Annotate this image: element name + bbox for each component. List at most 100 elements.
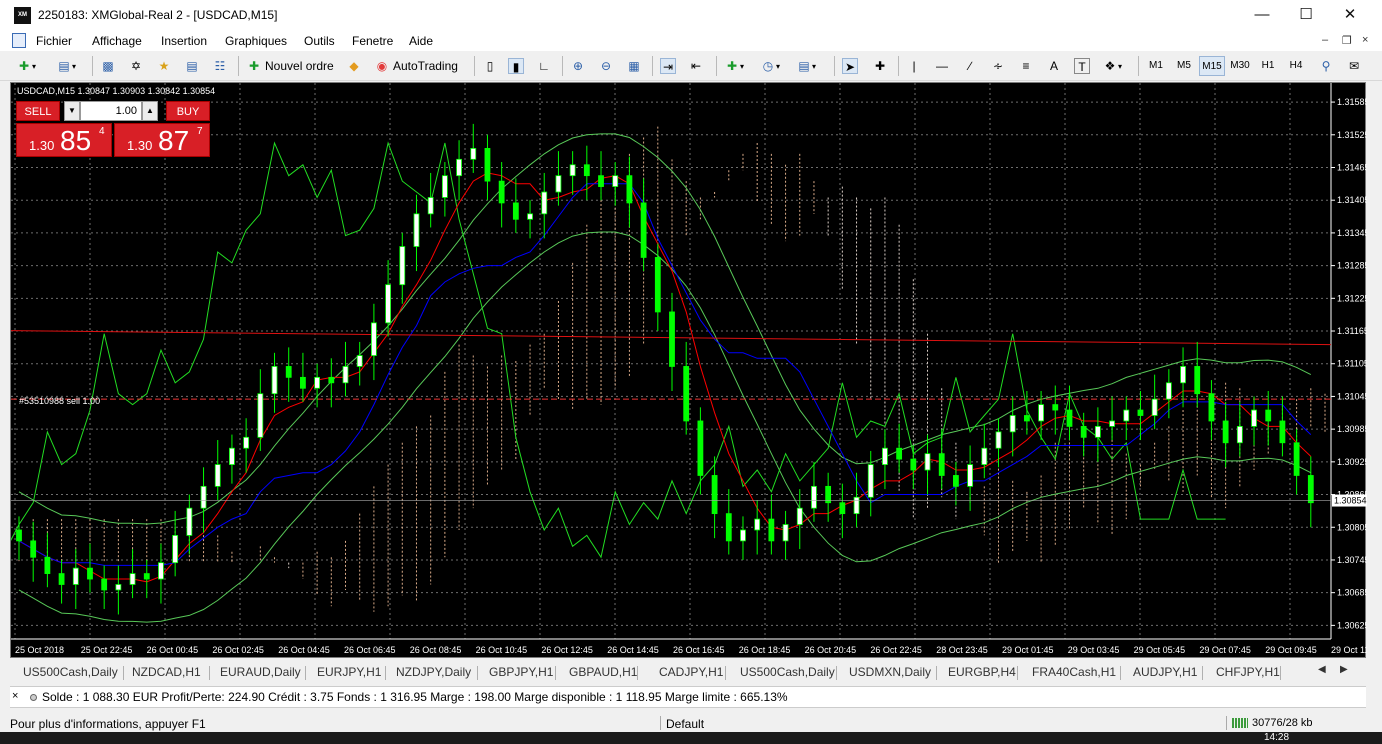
candle-body	[995, 431, 1002, 449]
menu-fichier[interactable]: Fichier	[36, 34, 72, 48]
candle-body	[967, 464, 974, 487]
templates-icon[interactable]: ▤ ▾	[796, 55, 816, 77]
lot-increase-icon[interactable]: ▲	[142, 101, 158, 121]
candle-body	[385, 284, 391, 324]
candle-body	[555, 175, 562, 193]
trendline-icon[interactable]: ∕	[962, 55, 978, 77]
menu-outils[interactable]: Outils	[304, 34, 335, 48]
maximize-icon[interactable]: ☐	[1286, 4, 1326, 26]
timeframe-h4[interactable]: H4	[1283, 56, 1309, 76]
vertical-line-icon[interactable]: |	[906, 55, 922, 77]
chart-tab[interactable]: GBPAUD,H1	[569, 665, 637, 679]
text-label-icon[interactable]: T	[1074, 55, 1090, 77]
crosshair-icon[interactable]: ✚	[872, 55, 888, 77]
chart-tab[interactable]: US500Cash,Daily	[740, 665, 835, 679]
candle-body	[981, 447, 988, 465]
candle-body	[811, 485, 817, 509]
tabs-scroll-right-icon[interactable]: ▶	[1340, 664, 1348, 675]
ask-price[interactable]: 1.30 87 7	[114, 123, 210, 157]
timeframe-m30[interactable]: M30	[1227, 56, 1253, 76]
lot-size-input[interactable]: 1.00	[80, 101, 142, 121]
chart-tab[interactable]: CHFJPY,H1	[1216, 665, 1280, 679]
timeframe-h1[interactable]: H1	[1255, 56, 1281, 76]
mdi-close-icon[interactable]: ×	[1362, 34, 1368, 46]
candle-body	[30, 540, 37, 558]
equidistant-channel-icon[interactable]: ∻	[990, 55, 1006, 77]
chart-tab[interactable]: NZDCAD,H1	[132, 665, 201, 679]
fibonacci-icon[interactable]: ≡	[1018, 55, 1034, 77]
data-window-icon[interactable]: ✡	[128, 55, 144, 77]
mdi-minimize-icon[interactable]: –	[1322, 34, 1328, 46]
chart-tab[interactable]: EURAUD,Daily	[220, 665, 301, 679]
menu-graphiques[interactable]: Graphiques	[225, 34, 287, 48]
sell-button[interactable]: SELL	[16, 101, 60, 121]
arrows-icon[interactable]: ❖ ▾	[1102, 55, 1122, 77]
zoom-in-icon[interactable]: ⊕	[570, 55, 586, 77]
terminal-icon[interactable]: ▤	[184, 55, 200, 77]
x-tick-label: 26 Oct 04:45	[278, 645, 330, 655]
mdi-restore-icon[interactable]: ❐	[1342, 34, 1352, 47]
chart-tab[interactable]: EURGBP,H4	[948, 665, 1016, 679]
timeframe-m15[interactable]: M15	[1199, 56, 1225, 76]
navigator-icon[interactable]: ★	[156, 55, 172, 77]
chart-tab[interactable]: NZDJPY,Daily	[396, 665, 471, 679]
zoom-out-icon[interactable]: ⊖	[598, 55, 614, 77]
chart-tab[interactable]: EURJPY,H1	[317, 665, 381, 679]
candle-body	[626, 175, 633, 204]
chart-tab[interactable]: CADJPY,H1	[659, 665, 723, 679]
menu-fenetre[interactable]: Fenetre	[352, 34, 393, 48]
candle-body	[200, 485, 207, 509]
menu-insertion[interactable]: Insertion	[161, 34, 207, 48]
timeframe-m5[interactable]: M5	[1171, 56, 1197, 76]
line-chart-icon[interactable]: ∟	[536, 55, 552, 77]
candle-body	[101, 578, 108, 591]
new-chart-icon[interactable]: ✚ ▾	[16, 55, 36, 77]
chart-tab[interactable]: US500Cash,Daily	[23, 665, 118, 679]
close-icon[interactable]: ×	[12, 690, 18, 702]
candle-body	[938, 453, 945, 476]
candle-body	[229, 447, 235, 465]
buy-button[interactable]: BUY	[166, 101, 210, 121]
auto-scroll-icon[interactable]: ⇥	[660, 55, 676, 77]
y-tick-label: 1.31225	[1337, 293, 1367, 303]
autotrading-button[interactable]: ◉ AutoTrading	[374, 55, 458, 77]
timeframe-m1[interactable]: M1	[1143, 56, 1169, 76]
market-watch-icon[interactable]: ▩	[100, 55, 116, 77]
indicators-icon[interactable]: ✚ ▾	[724, 55, 744, 77]
chart-window[interactable]: 1.31585 1.31525 1.31465 1.31405 1.31345 1.312…	[10, 82, 1367, 659]
horizontal-line-icon[interactable]: —	[934, 55, 950, 77]
chart-window-icon[interactable]	[12, 33, 26, 48]
candle-body	[399, 246, 406, 286]
minimize-icon[interactable]: —	[1242, 4, 1282, 26]
cursor-icon[interactable]: ➤	[842, 55, 858, 77]
tabs-scroll-left-icon[interactable]: ◀	[1318, 664, 1326, 675]
chart-tab[interactable]: GBPJPY,H1	[489, 665, 553, 679]
close-icon[interactable]: ✕	[1330, 4, 1370, 26]
candlestick-icon[interactable]: ▮	[508, 55, 524, 77]
candle-body	[867, 464, 874, 498]
tile-windows-icon[interactable]: ▦	[626, 55, 642, 77]
order-line-label[interactable]: #53510988 sell 1.00	[19, 396, 100, 406]
y-tick-label: 1.30805	[1337, 522, 1367, 532]
metaeditor-icon[interactable]: ◆	[346, 55, 362, 77]
candle-body	[115, 584, 122, 591]
strategy-tester-icon[interactable]: ☷	[212, 55, 228, 77]
price-chart[interactable]: 1.31585 1.31525 1.31465 1.31405 1.31345 1.312…	[11, 83, 1367, 659]
candle-body	[882, 447, 888, 465]
menu-affichage[interactable]: Affichage	[92, 34, 142, 48]
profiles-icon[interactable]: ▤ ▾	[56, 55, 76, 77]
lot-decrease-icon[interactable]: ▼	[64, 101, 80, 121]
bid-price[interactable]: 1.30 85 4	[16, 123, 112, 157]
chart-shift-icon[interactable]: ⇤	[688, 55, 704, 77]
menu-aide[interactable]: Aide	[409, 34, 433, 48]
chart-tab[interactable]: FRA40Cash,H1	[1032, 665, 1116, 679]
bar-chart-icon[interactable]: ▯	[482, 55, 498, 77]
periods-icon[interactable]: ◷ ▾	[760, 55, 780, 77]
new-order-button[interactable]: ✚ Nouvel ordre	[246, 55, 334, 77]
search-icon[interactable]: ⚲	[1318, 55, 1334, 77]
chart-tab[interactable]: AUDJPY,H1	[1133, 665, 1197, 679]
chat-icon[interactable]: ✉	[1346, 55, 1362, 77]
chart-tab[interactable]: USDMXN,Daily	[849, 665, 931, 679]
current-price-label: 1.30854	[1334, 496, 1367, 506]
text-icon[interactable]: A	[1046, 55, 1062, 77]
